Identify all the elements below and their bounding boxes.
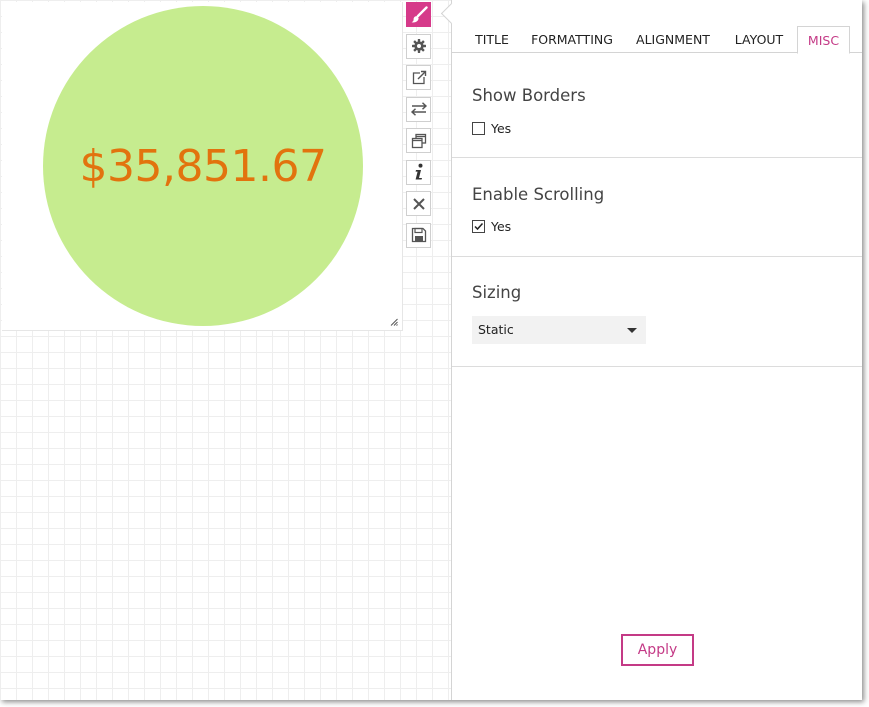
- panel-tabs: TITLE FORMATTING ALIGNMENT LAYOUT MISC: [452, 26, 862, 54]
- sizing-selected-value: Static: [478, 322, 514, 337]
- enable-scrolling-yes-label: Yes: [491, 219, 512, 234]
- show-borders-option[interactable]: Yes: [472, 121, 511, 136]
- sizing-select[interactable]: Static: [472, 316, 646, 344]
- swap-button[interactable]: [406, 96, 431, 122]
- gear-icon: [411, 39, 426, 53]
- save-button[interactable]: [406, 222, 431, 248]
- close-widget-button[interactable]: [406, 191, 431, 216]
- settings-button[interactable]: [406, 33, 431, 59]
- dashboard-canvas[interactable]: $35,851.67: [0, 0, 451, 700]
- tab-formatting[interactable]: FORMATTING: [528, 26, 616, 53]
- chevron-down-icon: [627, 328, 637, 333]
- save-icon: [411, 227, 426, 243]
- app-frame: $35,851.67 TITLE FORMATTING ALIGNMENT LA…: [0, 0, 862, 700]
- properties-panel: TITLE FORMATTING ALIGNMENT LAYOUT MISC S…: [440, 0, 862, 700]
- tab-title[interactable]: TITLE: [470, 26, 514, 53]
- open-external-button[interactable]: [406, 65, 431, 90]
- checkmark-icon: [474, 222, 484, 231]
- enable-scrolling-checkbox[interactable]: [472, 220, 485, 233]
- show-borders-checkbox[interactable]: [472, 122, 485, 135]
- enable-scrolling-title: Enable Scrolling: [472, 185, 605, 204]
- kpi-circle: $35,851.67: [43, 6, 363, 326]
- show-borders-yes-label: Yes: [491, 121, 512, 136]
- duplicate-button[interactable]: [406, 128, 431, 153]
- show-borders-section: Show Borders Yes: [452, 54, 862, 158]
- tab-alignment[interactable]: ALIGNMENT: [633, 26, 713, 53]
- duplicate-icon: [411, 133, 426, 148]
- sizing-title: Sizing: [472, 283, 522, 302]
- sizing-section: Sizing Static: [452, 257, 862, 367]
- info-button[interactable]: [406, 159, 431, 185]
- widget-toolbar: [406, 2, 434, 254]
- resize-handle-icon[interactable]: [390, 318, 398, 326]
- tab-layout[interactable]: LAYOUT: [731, 26, 787, 53]
- swap-arrows-icon: [410, 102, 427, 116]
- enable-scrolling-option[interactable]: Yes: [472, 219, 511, 234]
- tab-misc[interactable]: MISC: [797, 26, 850, 54]
- apply-button[interactable]: Apply: [621, 634, 694, 666]
- show-borders-title: Show Borders: [472, 86, 586, 105]
- paintbrush-icon: [411, 5, 428, 22]
- close-icon: [412, 197, 425, 210]
- info-icon: [415, 163, 422, 180]
- enable-scrolling-section: Enable Scrolling Yes: [452, 158, 862, 257]
- paintbrush-button[interactable]: [406, 2, 431, 27]
- kpi-widget[interactable]: $35,851.67: [2, 2, 403, 331]
- external-link-icon: [412, 70, 426, 84]
- kpi-value: $35,851.67: [79, 140, 327, 192]
